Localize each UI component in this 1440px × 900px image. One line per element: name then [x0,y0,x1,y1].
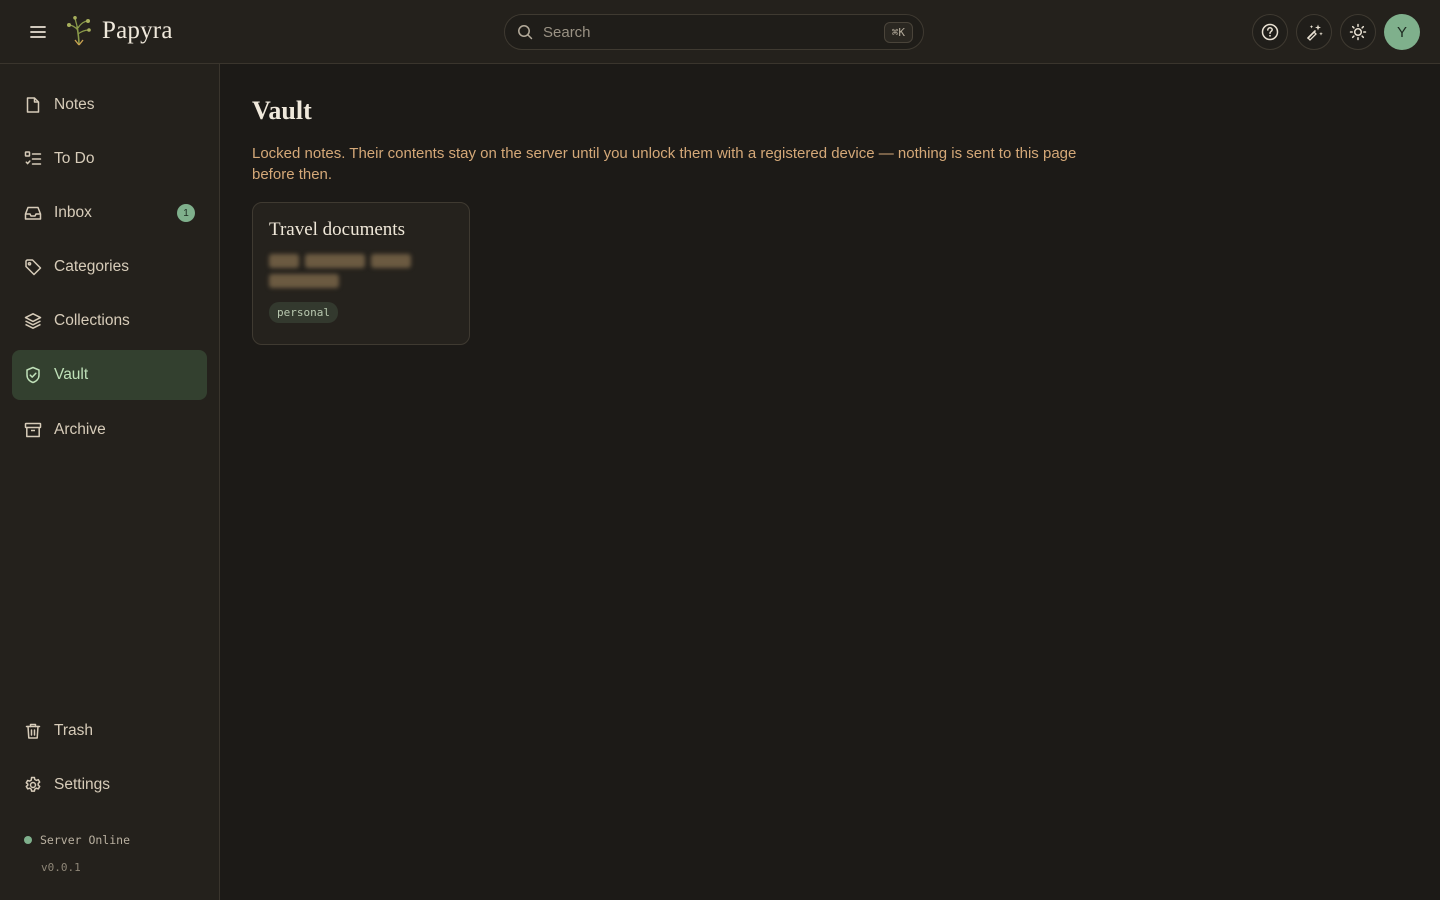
top-actions: Y [1252,14,1420,50]
sun-icon [1349,23,1367,41]
sidebar-item-categories[interactable]: Categories [12,242,207,292]
note-icon [24,96,42,114]
archive-icon [24,421,42,439]
sidebar-item-label: Vault [54,366,89,383]
page-title: Vault [252,96,312,125]
top-bar: Papyra ⌘K [0,0,1440,64]
inbox-icon [24,204,42,222]
locked-note-card[interactable]: Travel documents personal [252,202,470,345]
ai-sparkle-button[interactable] [1296,14,1332,50]
sidebar-item-label: Settings [54,776,111,793]
checklist-icon [24,150,42,168]
server-status: Server Online [24,833,130,847]
sidebar-item-todo[interactable]: To Do [12,134,207,184]
sidebar-item-notes[interactable]: Notes [12,80,207,130]
page-description: Locked notes. Their contents stay on the… [252,145,1077,183]
note-title: Travel documents [269,219,405,240]
tag-icon [24,258,42,276]
sidebar-item-collections[interactable]: Collections [12,296,207,346]
search-shortcut: ⌘K [883,21,913,43]
brand[interactable]: Papyra [66,16,173,46]
theme-toggle-button[interactable] [1340,14,1376,50]
sidebar-item-archive[interactable]: Archive [12,405,207,455]
note-tag[interactable]: personal [269,302,338,323]
search-bar[interactable]: ⌘K [504,14,924,50]
sidebar-item-settings[interactable]: Settings [12,760,207,810]
app-version: v0.0.1 [41,861,81,874]
sidebar-item-label: To Do [54,150,95,167]
sidebar-item-label: Notes [54,96,95,113]
inbox-count-badge: 1 [177,204,195,222]
sidebar-item-label: Archive [54,421,106,438]
search-icon [518,25,533,40]
redacted-preview-line-2 [269,274,453,288]
status-dot [24,836,32,844]
hamburger-icon [30,26,46,38]
search-input[interactable] [543,23,884,41]
help-icon [1261,23,1279,41]
sidebar: Notes To Do Inbox 1 Categories Collectio… [0,64,220,900]
help-button[interactable] [1252,14,1288,50]
sidebar-item-label: Collections [54,312,130,329]
sidebar-item-label: Categories [54,258,129,275]
server-status-text: Server Online [40,833,131,847]
trash-icon [24,722,42,740]
app-name: Papyra [102,17,173,44]
sidebar-item-inbox[interactable]: Inbox 1 [12,188,207,238]
redacted-preview [269,254,453,268]
sidebar-item-label: Trash [54,722,94,739]
sparkle-wand-icon [1307,24,1323,41]
sidebar-item-trash[interactable]: Trash [12,706,207,756]
gear-icon [24,776,42,794]
menu-button[interactable] [24,18,52,46]
shield-check-icon [24,366,42,384]
logo-icon [67,16,91,46]
sidebar-item-label: Inbox [54,204,92,221]
main-content: Vault Locked notes. Their contents stay … [220,64,1440,900]
user-avatar[interactable]: Y [1384,14,1420,50]
sidebar-item-vault[interactable]: Vault [12,350,207,400]
layers-icon [24,312,42,330]
